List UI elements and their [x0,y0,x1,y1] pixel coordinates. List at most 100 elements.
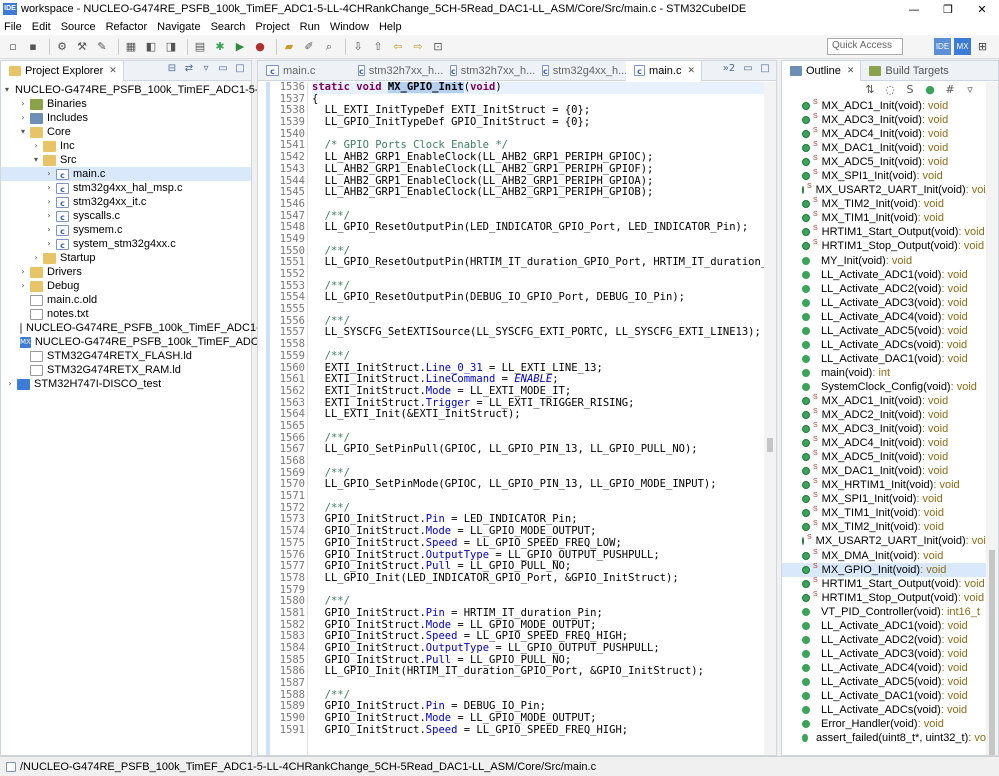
save-icon[interactable]: ▪ [25,39,41,55]
perspective-mx-button[interactable]: MX [954,38,971,55]
outline-item[interactable]: S MX_TIM2_Init(void) : void [782,520,986,534]
outline-item[interactable]: LL_Activate_ADCs(void) : void [782,703,986,717]
outline-item[interactable]: LL_Activate_ADC2(void) : void [782,282,986,296]
new-project-icon[interactable]: ▦ [123,39,139,55]
collapsed-arrow-icon[interactable]: › [18,111,28,125]
code-line[interactable]: LL_GPIO_Init(HRTIM_IT_duration_GPIO_Port… [312,666,776,678]
minimize-button[interactable]: — [897,3,931,16]
menu-project[interactable]: Project [255,21,289,33]
outline-item[interactable]: LL_Activate_ADC5(void) : void [782,324,986,338]
collapsed-arrow-icon[interactable]: › [18,279,28,293]
tree-item[interactable]: › Drivers [1,265,251,279]
collapsed-arrow-icon[interactable]: › [5,377,15,391]
code-line[interactable]: GPIO_InitStruct.Speed = LL_GPIO_SPEED_FR… [312,537,776,550]
sort-icon[interactable]: ⇅ [862,82,878,98]
view-menu-icon[interactable]: ▿ [199,63,213,79]
tab-project-explorer[interactable]: Project Explorer ✕ [1,60,124,81]
outline-scroll-thumb[interactable] [989,550,995,755]
open-type-icon[interactable]: ◧ [143,39,159,55]
menu-run[interactable]: Run [300,21,320,33]
menu-refactor[interactable]: Refactor [106,21,148,33]
outline-item[interactable]: LL_Activate_ADC2(void) : void [782,633,986,647]
collapsed-arrow-icon[interactable]: › [44,223,54,237]
menu-source[interactable]: Source [61,21,96,33]
code-line[interactable]: LL_GPIO_SetPinMode(GPIOC, LL_GPIO_PIN_13… [312,479,776,491]
console-icon[interactable]: ▤ [192,39,208,55]
outline-scrollbar[interactable] [986,82,998,755]
close-icon[interactable]: ✕ [109,65,117,76]
back-icon[interactable]: ⇦ [390,39,406,55]
code-line[interactable]: LL_GPIO_InitTypeDef GPIO_InitStruct = {0… [312,116,776,129]
collapsed-arrow-icon[interactable]: › [31,251,41,265]
group-includes-icon[interactable]: # [942,82,958,98]
tree-item[interactable]: main.c.old [1,293,251,307]
external-tools-icon[interactable]: ● [252,39,268,55]
tree-item[interactable]: › Binaries [1,97,251,111]
hide-nonpublic-icon[interactable]: ● [922,82,938,98]
run-icon[interactable]: ▶ [232,39,248,55]
tree-item[interactable]: › Startup [1,251,251,265]
code-line[interactable] [312,421,776,433]
hide-fields-icon[interactable]: ◌ [882,82,898,98]
build-hammer-icon[interactable]: ⚒ [74,39,90,55]
tree-item[interactable]: › Includes [1,111,251,125]
outline-item[interactable]: LL_Activate_ADC4(void) : void [782,661,986,675]
outline-item[interactable]: S HRTIM1_Stop_Output(void) : void [782,591,986,605]
outline-item[interactable]: LL_Activate_ADCs(void) : void [782,338,986,352]
collapse-all-icon[interactable]: ⊟ [165,63,179,79]
settings-icon[interactable]: ⚙ [54,39,70,55]
pin-editor-icon[interactable]: ⊡ [430,39,446,55]
outline-item[interactable]: main(void) : int [782,366,986,380]
outline-item[interactable]: LL_Activate_ADC1(void) : void [782,619,986,633]
clean-icon[interactable]: ✎ [94,39,110,55]
outline-item[interactable]: LL_Activate_ADC5(void) : void [782,675,986,689]
tab-outline[interactable]: Outline ✕ [782,61,862,81]
code-line[interactable] [312,678,776,690]
minimize-view-icon[interactable]: ▭ [216,63,230,79]
prev-annotation-icon[interactable]: ⇧ [370,39,386,55]
outline-item[interactable]: S HRTIM1_Stop_Output(void) : void [782,239,986,253]
outline-item[interactable]: Error_Handler(void) : void [782,717,986,731]
editor-tab[interactable]: c stm32h7xx_h... [442,61,535,81]
search-icon[interactable]: ⌕ [321,39,337,55]
outline-item[interactable]: MY_Init(void) : void [782,254,986,268]
code-line[interactable] [312,585,776,597]
collapsed-arrow-icon[interactable]: › [31,139,41,153]
code-line[interactable]: /**/ [312,350,776,363]
expanded-arrow-icon[interactable]: ▾ [31,153,41,167]
code-line[interactable]: LL_AHB2_GRP1_EnableClock(LL_AHB2_GRP1_PE… [312,163,776,176]
code-line[interactable]: EXTI_InitStruct.Mode = LL_EXTI_MODE_IT; [312,385,776,398]
collapsed-arrow-icon[interactable]: › [44,209,54,223]
editor-tab[interactable]: c main.c ✕ [626,61,702,81]
code-line[interactable]: GPIO_InitStruct.OutputType = LL_GPIO_OUT… [312,642,776,655]
code-line[interactable]: LL_EXTI_Init(&EXTI_InitStruct); [312,409,776,421]
code-line[interactable]: static void MX_GPIO_Init(void) [312,82,776,94]
tree-item[interactable]: › c sysmem.c [1,223,251,237]
expanded-arrow-icon[interactable]: ▾ [5,83,9,97]
outline-item[interactable]: LL_Activate_ADC4(void) : void [782,310,986,324]
maximize-view-icon[interactable]: □ [758,63,772,79]
tree-item[interactable]: NUCLEO-G474RE_PSFB_100k_TimEF_ADC1-5-LL-… [1,321,292,335]
code-line[interactable] [312,491,776,503]
tab-build-targets[interactable]: Build Targets [861,61,954,81]
maximize-view-icon[interactable]: □ [233,63,247,79]
code-line[interactable] [312,456,776,468]
close-button[interactable]: ✕ [965,3,999,16]
outline-item[interactable]: LL_Activate_DAC1(void) : void [782,689,986,703]
code-line[interactable]: LL_GPIO_ResetOutputPin(DEBUG_IO_GPIO_Por… [312,292,776,304]
forward-icon[interactable]: ⇨ [410,39,426,55]
tree-item[interactable]: › c stm32g4xx_it.c [1,195,251,209]
close-icon[interactable]: ✕ [847,65,855,76]
hide-static-icon[interactable]: S [902,82,918,98]
maximize-button[interactable]: ❐ [931,3,965,16]
code-line[interactable] [312,269,776,281]
menu-help[interactable]: Help [379,21,402,33]
menu-edit[interactable]: Edit [32,21,51,33]
collapsed-arrow-icon[interactable]: › [44,181,54,195]
open-perspective-icon[interactable]: ⊞ [974,38,991,55]
overflow-tabs-indicator[interactable]: »2 [720,63,738,79]
outline-item[interactable]: VT_PID_Controller(void) : int16_t [782,605,986,619]
tree-item[interactable]: MX NUCLEO-G474RE_PSFB_100k_TimEF_ADC1-5-L… [1,335,300,349]
debug-icon[interactable]: ✱ [212,39,228,55]
outline-item[interactable]: S MX_SPI1_Init(void) : void [782,169,986,183]
